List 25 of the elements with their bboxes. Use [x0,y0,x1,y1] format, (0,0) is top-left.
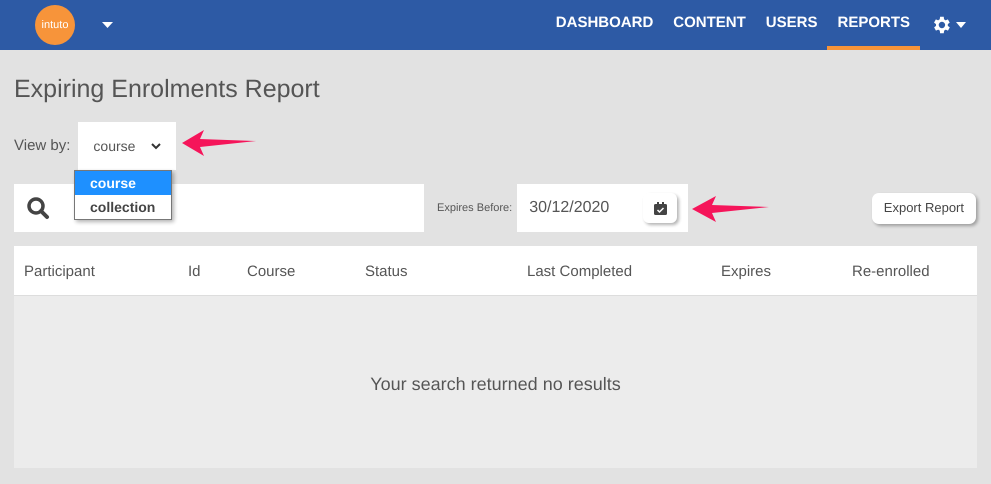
caret-icon[interactable] [102,22,113,28]
export-report-button[interactable]: Export Report [872,192,976,224]
calendar-button[interactable] [643,193,678,223]
search-icon [26,196,50,220]
column-header: Id [188,262,201,282]
dropdown-option[interactable]: collection [75,195,171,219]
column-header: Last Completed [527,262,632,282]
date-field[interactable]: 30/12/2020 [517,184,688,232]
chevron-icon [151,142,162,150]
column-header: Course [247,262,296,282]
column-header: Status [365,262,408,282]
column-header: Participant [24,262,95,282]
field-label: View by: [14,136,70,156]
page-title: Expiring Enrolments Report [14,74,321,104]
calendar-icon [654,202,667,214]
column-header: Re-enrolled [852,262,930,282]
nav-link[interactable]: USERS [756,0,828,50]
nav-link[interactable]: REPORTS [827,0,920,50]
nav-link[interactable]: DASHBOARD [546,0,664,50]
view-by-select[interactable]: course [78,122,176,170]
column-header: Expires [721,262,772,282]
field-label: Expires Before: [437,200,512,216]
caret-icon [956,22,966,28]
nav-link[interactable]: CONTENT [663,0,756,50]
empty-message: Your search returned no results [370,372,621,396]
